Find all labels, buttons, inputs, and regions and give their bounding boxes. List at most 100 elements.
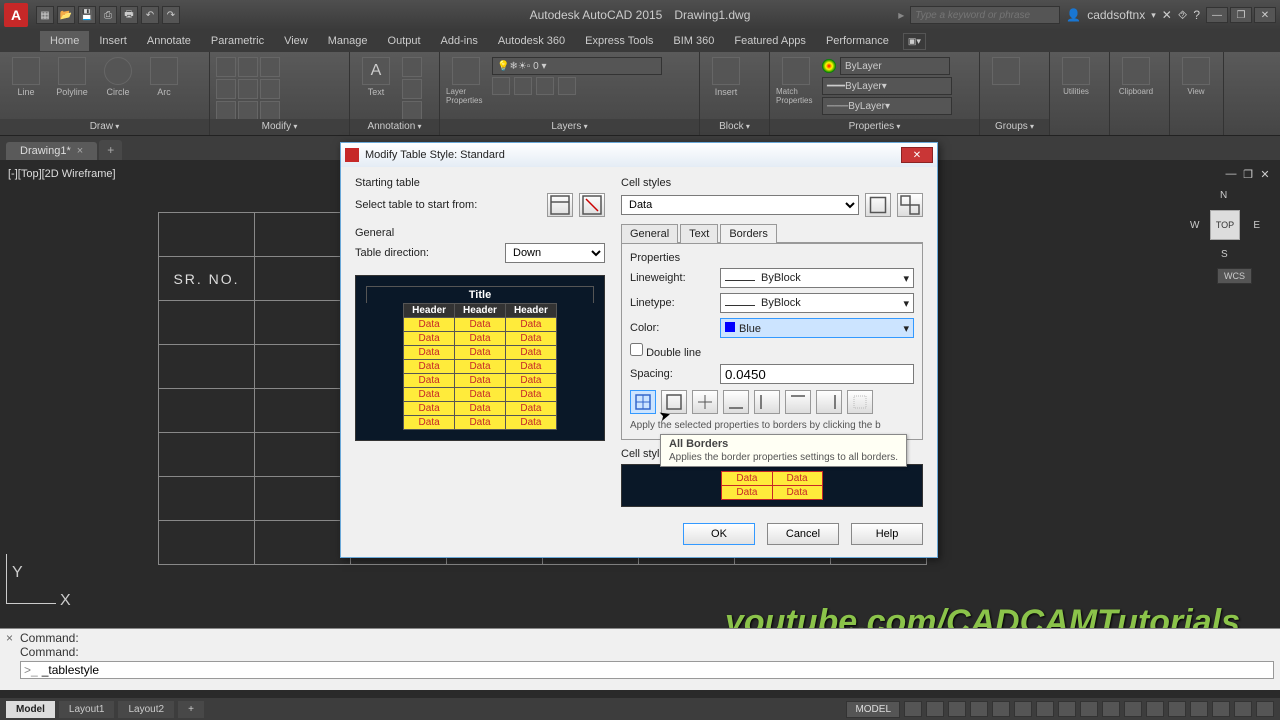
dialog-close-button[interactable]: ✕ [901,147,933,163]
status-transparency-icon[interactable] [1080,701,1098,717]
document-tab[interactable]: Drawing1*× [6,142,97,160]
status-annoscale-icon[interactable] [1146,701,1164,717]
layout-1[interactable]: Layout1 [59,701,115,718]
tab-bim360[interactable]: BIM 360 [663,31,724,51]
all-borders-button[interactable] [630,390,656,414]
help-icon[interactable]: ? [1193,8,1200,22]
right-border-button[interactable] [816,390,842,414]
tab-addins[interactable]: Add-ins [431,31,488,51]
tab-cell-text[interactable]: Text [680,224,718,243]
tab-insert[interactable]: Insert [89,31,137,51]
help-search-input[interactable] [910,6,1060,24]
clipboard-tool[interactable]: Clipboard [1116,57,1156,96]
groups-tool[interactable] [986,57,1026,85]
open-icon[interactable]: 📂 [57,6,75,24]
tab-cell-borders[interactable]: Borders [720,224,777,243]
no-borders-button[interactable] [847,390,873,414]
doc-restore[interactable]: ❐ [1241,168,1255,181]
status-lwt-icon[interactable] [1058,701,1076,717]
panel-draw[interactable]: Draw [0,119,209,135]
tab-manage[interactable]: Manage [318,31,378,51]
manage-cell-style-button[interactable] [897,193,923,217]
status-custom-icon[interactable] [1256,701,1274,717]
cancel-button[interactable]: Cancel [767,523,839,545]
status-ws-icon[interactable] [1168,701,1186,717]
viewport-label[interactable]: [-][Top][2D Wireframe] [8,168,116,180]
layout-model[interactable]: Model [6,701,55,718]
status-otrack-icon[interactable] [1036,701,1054,717]
pick-table-button[interactable] [547,193,573,217]
connect-icon[interactable]: ⯑ [1178,8,1187,23]
tab-autodesk360[interactable]: Autodesk 360 [488,31,575,51]
layout-2[interactable]: Layout2 [118,701,174,718]
dialog-titlebar[interactable]: Modify Table Style: Standard ✕ [341,143,937,167]
help-button[interactable]: Help [851,523,923,545]
redo-icon[interactable]: ↷ [162,6,180,24]
exchange-icon[interactable]: ✕ [1162,8,1172,22]
view-tool[interactable]: View [1176,57,1216,96]
tab-home[interactable]: Home [40,31,89,51]
tab-expander[interactable]: ▣▾ [903,33,926,50]
panel-properties[interactable]: Properties [770,119,979,135]
circle-tool[interactable]: Circle [98,57,138,97]
bottom-border-button[interactable] [723,390,749,414]
panel-layers[interactable]: Layers [440,119,699,135]
status-snap-icon[interactable] [926,701,944,717]
color-select[interactable]: Blue▾ [720,318,914,338]
ok-button[interactable]: OK [683,523,755,545]
panel-groups[interactable]: Groups [980,119,1049,135]
cell-style-select[interactable]: Data [621,195,859,215]
user-label[interactable]: caddsoftnx [1087,8,1145,22]
tab-expresstools[interactable]: Express Tools [575,31,663,51]
wcs-button[interactable]: WCS [1217,268,1252,284]
view-cube[interactable]: N S E W TOP [1190,190,1260,260]
close-icon[interactable]: × [77,145,83,157]
restore-button[interactable]: ❐ [1230,7,1252,23]
arc-tool[interactable]: Arc [144,57,184,97]
cmd-close-icon[interactable]: × [6,631,20,688]
new-tab-button[interactable]: + [99,140,122,160]
doc-minimize[interactable]: — [1224,168,1238,181]
color-selector[interactable]: ByLayer [840,57,950,75]
status-clean-icon[interactable] [1234,701,1252,717]
tab-featuredapps[interactable]: Featured Apps [724,31,816,51]
doc-close[interactable]: ✕ [1258,168,1272,181]
tab-cell-general[interactable]: General [621,224,678,243]
linetype-select[interactable]: ByBlock▾ [720,293,914,313]
tab-annotate[interactable]: Annotate [137,31,201,51]
command-input[interactable]: >_ _tablestyle [20,661,1274,679]
new-icon[interactable]: ▦ [36,6,54,24]
command-line-area[interactable]: × Command: Command: >_ _tablestyle [0,628,1280,690]
tab-view[interactable]: View [274,31,318,51]
spacing-input[interactable] [720,364,914,384]
lineweight-select[interactable]: ByBlock▾ [720,268,914,288]
left-border-button[interactable] [754,390,780,414]
saveas-icon[interactable]: ⎙ [99,6,117,24]
inside-borders-button[interactable] [692,390,718,414]
polyline-tool[interactable]: Polyline [52,57,92,97]
tab-parametric[interactable]: Parametric [201,31,274,51]
table-direction-select[interactable]: Down [505,243,605,263]
minimize-button[interactable]: — [1206,7,1228,23]
status-qp-icon[interactable] [1102,701,1120,717]
utilities-tool[interactable]: Utilities [1056,57,1096,96]
line-tool[interactable]: Line [6,57,46,97]
text-tool[interactable]: AText [356,57,396,97]
status-grid-icon[interactable] [904,701,922,717]
status-hw-icon[interactable] [1190,701,1208,717]
status-polar-icon[interactable] [970,701,988,717]
save-icon[interactable]: 💾 [78,6,96,24]
signin-icon[interactable]: 👤 [1066,8,1081,22]
top-border-button[interactable] [785,390,811,414]
panel-annotation[interactable]: Annotation [350,119,439,135]
panel-modify[interactable]: Modify [210,119,349,135]
layer-selector[interactable]: 💡❄☀▫ 0 ▾ [492,57,662,75]
lineweight-selector[interactable]: ━━━ ByLayer ▾ [822,77,952,95]
new-cell-style-button[interactable] [865,193,891,217]
linetype-selector[interactable]: ─── ByLayer ▾ [822,97,952,115]
status-ortho-icon[interactable] [948,701,966,717]
modify-tools[interactable] [216,57,280,121]
match-properties-tool[interactable]: Match Properties [776,57,816,105]
plot-icon[interactable]: 🖶 [120,6,138,24]
status-3dosnap-icon[interactable] [1014,701,1032,717]
